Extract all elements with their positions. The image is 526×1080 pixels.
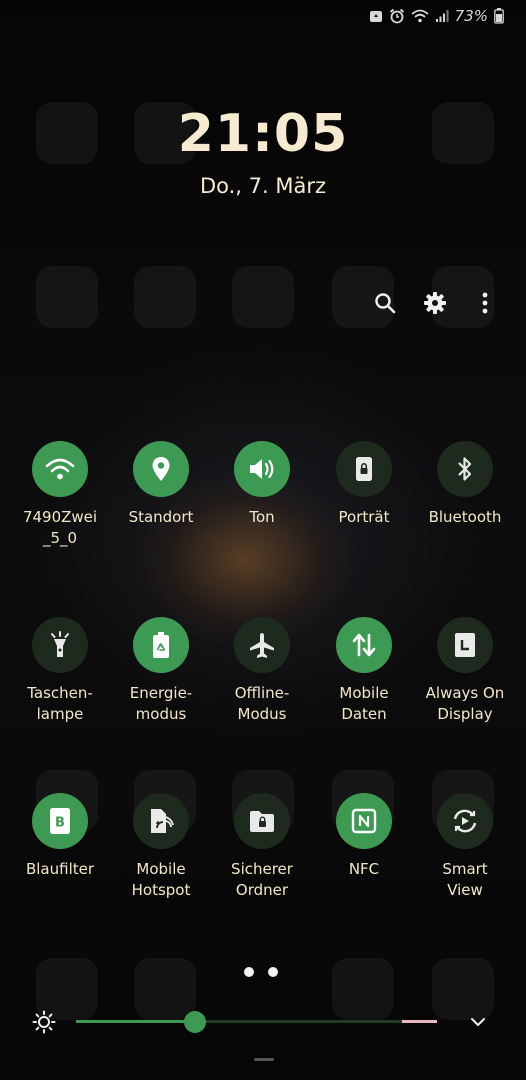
tile-label-airplane: Offline- Modus (234, 684, 290, 723)
tile-wifi[interactable]: 7490Zwei _5_0 (8, 441, 112, 549)
clock-date: Do., 7. März (199, 174, 327, 198)
tile-airplane[interactable]: Offline- Modus (210, 617, 314, 725)
tile-secure-folder[interactable]: Sicherer Ordner (210, 793, 314, 901)
airplane-icon (250, 633, 274, 658)
tile-label-hotspot: Mobile Hotspot (131, 860, 191, 899)
tile-label-wifi: 7490Zwei _5_0 (22, 508, 98, 547)
page-dot[interactable] (268, 967, 278, 977)
tile-label-always-on-display: Always On Display (425, 684, 505, 723)
smart-view-toggle[interactable] (437, 793, 493, 849)
brightness-icon (32, 1010, 56, 1038)
mobile-data-toggle[interactable] (336, 617, 392, 673)
tile-power-mode[interactable]: Energie- modus (109, 617, 213, 725)
brightness-slider-thumb[interactable] (184, 1011, 206, 1033)
rotation-lock-icon (356, 457, 372, 481)
tile-mobile-data[interactable]: Mobile Daten (312, 617, 416, 725)
secure-folder-icon (250, 811, 274, 832)
brightness-slider-max-zone (402, 1020, 437, 1023)
battery-saver-icon (369, 9, 383, 23)
page-dot[interactable] (244, 967, 254, 977)
tile-label-smart-view: Smart View (442, 860, 488, 899)
tile-location[interactable]: Standort (109, 441, 213, 528)
wifi-status-icon (411, 9, 429, 23)
expand-button[interactable] (468, 1012, 488, 1036)
battery-percent: 73% (454, 7, 488, 25)
tile-smart-view[interactable]: Smart View (413, 793, 517, 901)
tile-label-power-mode: Energie- modus (129, 684, 193, 723)
search-button[interactable] (370, 288, 400, 318)
search-icon (375, 293, 396, 314)
svg-text:B: B (55, 816, 65, 831)
tile-hotspot[interactable]: Mobile Hotspot (109, 793, 213, 901)
brightness-slider-fill (76, 1020, 195, 1023)
location-toggle[interactable] (133, 441, 189, 497)
blue-light-filter-toggle[interactable]: B (32, 793, 88, 849)
tile-label-blue-light-filter: Blaufilter (25, 860, 95, 878)
status-bar: 73% (369, 6, 504, 26)
tile-flashlight[interactable]: Taschen- lampe (8, 617, 112, 725)
tile-label-nfc: NFC (348, 860, 380, 878)
data-arrows-icon (352, 633, 376, 657)
bluetooth-toggle[interactable] (437, 441, 493, 497)
portrait-toggle[interactable] (336, 441, 392, 497)
airplane-toggle[interactable] (234, 617, 290, 673)
hotspot-icon (151, 809, 174, 833)
brightness-slider[interactable] (76, 1020, 437, 1023)
always-on-display-toggle[interactable] (437, 617, 493, 673)
power-mode-toggle[interactable] (133, 617, 189, 673)
page-indicator[interactable] (244, 967, 278, 977)
chevron-down-icon (471, 1018, 485, 1026)
more-vert-icon (482, 292, 488, 314)
tile-always-on-display[interactable]: Always On Display (413, 617, 517, 725)
gear-icon (424, 292, 446, 314)
drag-handle[interactable] (254, 1058, 274, 1061)
settings-button[interactable] (420, 288, 450, 318)
tile-portrait[interactable]: Porträt (312, 441, 416, 528)
tile-label-flashlight: Taschen- lampe (27, 684, 93, 723)
flashlight-icon (51, 631, 69, 657)
more-options-button[interactable] (470, 288, 500, 318)
hotspot-toggle[interactable] (133, 793, 189, 849)
battery-icon (494, 8, 504, 24)
tile-label-location: Standort (128, 508, 194, 526)
blue-light-filter-icon: B (50, 808, 70, 834)
alarm-icon (389, 8, 405, 24)
nfc-toggle[interactable] (336, 793, 392, 849)
flashlight-toggle[interactable] (32, 617, 88, 673)
location-icon (152, 457, 170, 481)
tile-sound[interactable]: Ton (210, 441, 314, 528)
smart-view-icon (453, 809, 477, 833)
sound-toggle[interactable] (234, 441, 290, 497)
tile-blue-light-filter[interactable]: B Blaufilter (8, 793, 112, 880)
tile-bluetooth[interactable]: Bluetooth (413, 441, 517, 528)
clock-time: 21:05 (177, 104, 349, 164)
wifi-icon (45, 458, 75, 480)
tile-label-secure-folder: Sicherer Ordner (231, 860, 293, 899)
tile-label-portrait: Porträt (338, 508, 390, 526)
battery-recycle-icon (153, 632, 169, 658)
secure-folder-toggle[interactable] (234, 793, 290, 849)
tile-label-mobile-data: Mobile Daten (339, 684, 389, 723)
volume-icon (250, 459, 274, 479)
wifi-toggle[interactable] (32, 441, 88, 497)
nfc-icon (351, 808, 377, 834)
signal-icon (435, 9, 449, 23)
tile-nfc[interactable]: NFC (312, 793, 416, 880)
bluetooth-icon (458, 457, 472, 481)
tile-label-bluetooth: Bluetooth (428, 508, 502, 526)
tile-label-sound: Ton (249, 508, 275, 526)
clock-square-icon (455, 633, 475, 657)
